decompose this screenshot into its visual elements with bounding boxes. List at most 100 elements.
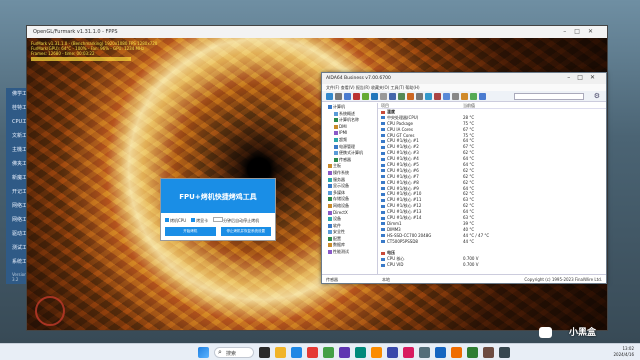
taskbar-app-icon[interactable] xyxy=(291,347,302,358)
taskbar-app-icon[interactable] xyxy=(499,347,510,358)
minutes-input[interactable] xyxy=(213,217,224,222)
toolbar-button-icon[interactable] xyxy=(461,93,468,100)
tree-node-icon xyxy=(334,151,338,156)
sensor-icon xyxy=(381,139,385,143)
taskbar-app-icon[interactable] xyxy=(355,347,366,358)
tree-node-icon xyxy=(328,210,332,215)
sensor-name-text: CPU #1/核心 #2 xyxy=(387,144,419,150)
tree-item-label: 存储设备 xyxy=(333,196,349,202)
aida64-menubar[interactable]: 文件(F) 查看(V) 报告(R) 收藏夹(O) 工具(T) 帮助(H) xyxy=(322,84,606,91)
column-value[interactable]: 当前值 xyxy=(463,103,475,108)
tree-item[interactable]: 数据库 xyxy=(324,242,377,249)
tree-item-label: 超频 xyxy=(339,136,347,142)
sensor-name-text: 温度 xyxy=(387,109,395,114)
toolbar-button-icon[interactable] xyxy=(326,93,333,100)
tree-item[interactable]: 操作系统 xyxy=(324,170,377,177)
tree-item[interactable]: 设备 xyxy=(324,216,377,223)
taskbar-app-icon[interactable] xyxy=(419,347,430,358)
taskbar-app-icon[interactable] xyxy=(275,347,286,358)
toolbar-button-icon[interactable] xyxy=(362,93,369,100)
toolbar-button-icon[interactable] xyxy=(335,93,342,100)
column-item[interactable]: 项目 xyxy=(381,103,463,108)
toolbar-button-icon[interactable] xyxy=(407,93,414,100)
toolbar-button-icon[interactable] xyxy=(380,93,387,100)
tree-item[interactable]: 超频 xyxy=(324,137,377,144)
taskbar-search[interactable]: 搜索 xyxy=(214,347,254,358)
tree-item[interactable]: 显示设备 xyxy=(324,183,377,190)
toolbar-button-icon[interactable] xyxy=(443,93,450,100)
clock-date: 2024/4/16 xyxy=(613,352,634,357)
toolbar-button-icon[interactable] xyxy=(470,93,477,100)
system-tray[interactable]: 13:02 2024/4/16 xyxy=(613,346,634,358)
tree-item-label: 多媒体 xyxy=(333,189,345,195)
taskbar-app-icon[interactable] xyxy=(307,347,318,358)
fpu-tool-dialog[interactable]: FPU+烤机快捷烤鸡工具 烤机CPU 烤显卡 分钟后自动停止烤机 开始烤机 停止… xyxy=(160,178,276,241)
toolbar-button-icon[interactable] xyxy=(479,93,486,100)
tree-node-icon xyxy=(328,184,332,189)
timer-option[interactable]: 分钟后自动停止烤机 xyxy=(213,217,259,224)
sensor-name-text: CPU 核心 xyxy=(387,256,405,262)
tree-item[interactable]: 安全性 xyxy=(324,229,377,236)
checkbox-gpu[interactable]: 烤显卡 xyxy=(191,217,208,224)
sensor-name-text: CPU VID xyxy=(387,262,404,268)
aida64-window[interactable]: AIDA64 Business v7.00.6700 –□✕ 文件(F) 查看(… xyxy=(321,72,607,284)
taskbar-app-icon[interactable] xyxy=(371,347,382,358)
toolbar-button-icon[interactable] xyxy=(416,93,423,100)
tree-item[interactable]: 软件 xyxy=(324,223,377,230)
tree-item[interactable]: 便携式计算机 xyxy=(324,150,377,157)
taskbar-app-icon[interactable] xyxy=(483,347,494,358)
tree-item[interactable]: 网络设备 xyxy=(324,203,377,210)
sensor-name-text: CT500P5PSSD8 xyxy=(387,238,418,244)
toolbar-button-icon[interactable] xyxy=(371,93,378,100)
status-left: 传感器 xyxy=(326,277,338,282)
tree-item[interactable]: DMI xyxy=(324,124,377,131)
tree-item[interactable]: 计算机 xyxy=(324,104,377,111)
checkbox-cpu[interactable]: 烤机CPU xyxy=(165,217,187,224)
tree-item[interactable]: 计算机名称 xyxy=(324,117,377,124)
taskbar-app-icon[interactable] xyxy=(259,347,270,358)
search-input[interactable] xyxy=(514,93,584,100)
toolbar-button-icon[interactable] xyxy=(452,93,459,100)
toolbar-button-icon[interactable] xyxy=(434,93,441,100)
taskbar-app-icon[interactable] xyxy=(339,347,350,358)
toolbar-button-icon[interactable] xyxy=(425,93,432,100)
tree-item[interactable]: 多媒体 xyxy=(324,190,377,197)
start-burn-button[interactable]: 开始烤机 xyxy=(165,227,216,236)
logo-stamp xyxy=(35,296,65,326)
tree-node-icon xyxy=(334,124,338,129)
taskbar-app-icon[interactable] xyxy=(323,347,334,358)
toolbar-button-icon[interactable] xyxy=(353,93,360,100)
sensor-value: 0.700 V xyxy=(463,262,479,268)
toolbar-button-icon[interactable] xyxy=(389,93,396,100)
tree-node-icon xyxy=(328,197,332,202)
table-row[interactable]: CPU VID 0.700 V xyxy=(378,262,606,268)
taskbar-app-icon[interactable] xyxy=(403,347,414,358)
sensor-name: CPU VID xyxy=(381,262,463,268)
tree-item[interactable]: DirectX xyxy=(324,210,377,217)
window-controls[interactable]: –□✕ xyxy=(563,28,601,35)
tree-item-label: 系统概述 xyxy=(339,110,355,116)
tree-item[interactable]: 存储设备 xyxy=(324,196,377,203)
aida64-tree: 计算机 系统概述 计算机名称 DMI IPMI 超频 电源管理 便携式计算机 传感器 主板 操作系统… xyxy=(322,103,378,274)
tree-item[interactable]: 传感器 xyxy=(324,157,377,164)
taskbar-app-icon[interactable] xyxy=(451,347,462,358)
tree-item[interactable]: 配置 xyxy=(324,236,377,243)
tree-item[interactable]: 主板 xyxy=(324,163,377,170)
start-icon[interactable] xyxy=(198,347,209,358)
tree-item[interactable]: 性能测试 xyxy=(324,249,377,256)
sensor-name-text: CPU #1/核心 #13 xyxy=(387,209,422,215)
sensor-name-text: 中央处理器(CPU) xyxy=(387,114,419,120)
taskbar-app-icon[interactable] xyxy=(435,347,446,358)
taskbar-app-icon[interactable] xyxy=(387,347,398,358)
window-controls[interactable]: –□✕ xyxy=(567,74,602,81)
stop-burn-button[interactable]: 停止烤机并恢复系统设置 xyxy=(220,227,271,236)
checkbox-cpu-label: 烤机CPU xyxy=(170,217,187,223)
tree-item[interactable]: IPMI xyxy=(324,130,377,137)
sensor-name-text: CPU #1/核心 #9 xyxy=(387,185,419,191)
taskbar-app-icon[interactable] xyxy=(467,347,478,358)
toolbar-button-icon[interactable] xyxy=(344,93,351,100)
tree-item[interactable]: 服务器 xyxy=(324,177,377,184)
sensor-icon xyxy=(381,263,385,267)
toolbar-button-icon[interactable] xyxy=(398,93,405,100)
gear-icon[interactable]: ⚙ xyxy=(594,92,600,100)
